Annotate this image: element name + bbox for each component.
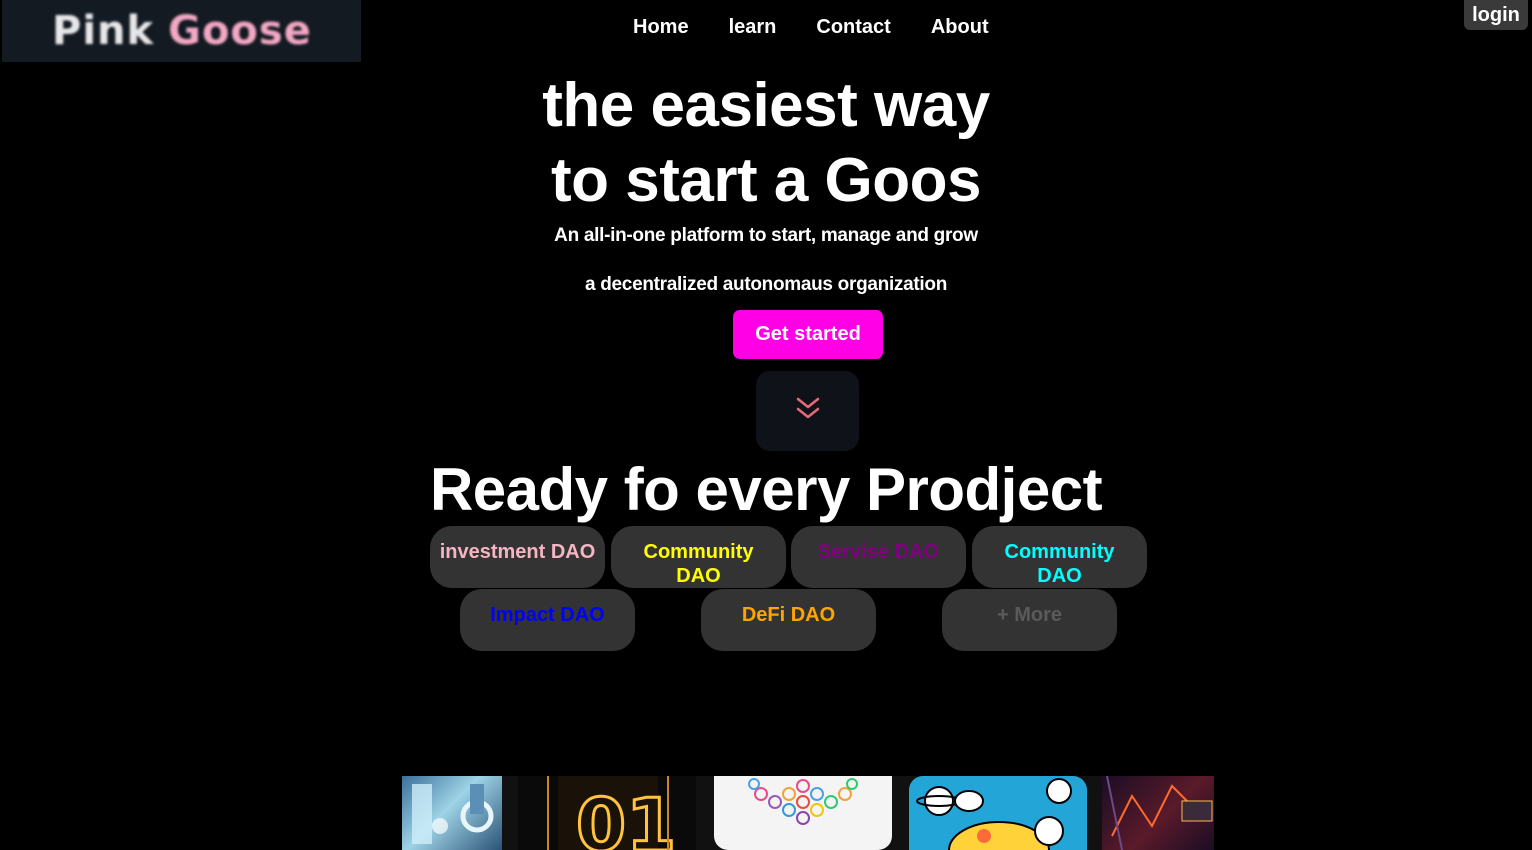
scroll-down-button[interactable] (756, 371, 859, 451)
get-started-button[interactable]: Get started (733, 310, 883, 359)
hero-subtitle-line-2: a decentralized autonomaus organization (584, 274, 948, 295)
hero-title-line-1: the easiest way (542, 71, 990, 140)
hero-subtitle-line-1: An all-in-one platform to start, manage … (554, 225, 978, 246)
project-image-gallery: 01 (402, 776, 1214, 850)
chip-defi-dao[interactable]: DeFi DAO (701, 589, 876, 651)
page: Pink Goose Home learn Contact About login… (0, 0, 1532, 850)
chip-label: DeFi DAO (741, 604, 836, 626)
chip-community-dao-1[interactable]: Community DAO (611, 526, 786, 588)
logo-text: Pink Goose (52, 8, 312, 54)
projects-title: Ready fo every Prodject (429, 456, 1103, 523)
nav-link-home[interactable]: Home (633, 16, 689, 39)
chip-servise-dao[interactable]: Servise DAO (791, 526, 966, 588)
chip-more[interactable]: + More (942, 589, 1117, 651)
gallery-image-circuit-sign (1102, 776, 1214, 850)
nav-link-contact[interactable]: Contact (816, 16, 890, 39)
svg-text:01: 01 (576, 783, 676, 850)
chip-label: Servise DAO (817, 541, 940, 563)
gallery-image-geometric-pattern (714, 776, 892, 850)
double-chevron-down-icon (793, 394, 823, 429)
brand-logo[interactable]: Pink Goose (2, 0, 361, 62)
chip-community-dao-2[interactable]: Community DAO (972, 526, 1147, 588)
nav-link-learn[interactable]: learn (729, 16, 777, 39)
chip-label: Community DAO (643, 541, 754, 587)
logo-word-goose: Goose (168, 8, 312, 54)
chip-label: investment DAO (439, 541, 596, 563)
login-button[interactable]: login (1464, 0, 1528, 30)
logo-word-pink: Pink (52, 8, 155, 54)
chip-label: Impact DAO (490, 604, 605, 626)
hero-title: the easiest way to start a Goos (0, 68, 1532, 218)
gallery-image-neon-digits: 01 (518, 776, 696, 850)
nav-link-about[interactable]: About (931, 16, 989, 39)
chip-label: + More (996, 604, 1063, 626)
gallery-image-tech (402, 776, 502, 850)
main-nav: Home learn Contact About (633, 16, 989, 39)
chip-label: Community DAO (1004, 541, 1115, 587)
gallery-image-cartoon (909, 776, 1087, 850)
chip-impact-dao[interactable]: Impact DAO (460, 589, 635, 651)
hero-title-line-2: to start a Goos (550, 146, 982, 215)
chip-investment-dao[interactable]: investment DAO (430, 526, 605, 588)
